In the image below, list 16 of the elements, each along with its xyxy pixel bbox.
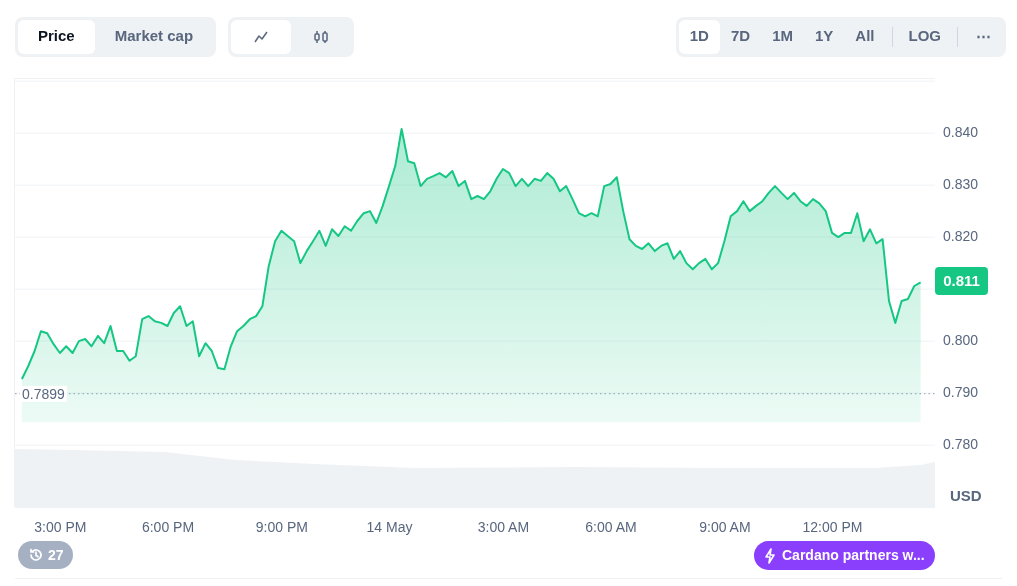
x-axis-label: 6:00 PM [141, 518, 195, 537]
x-axis-label: 9:00 AM [699, 518, 751, 537]
x-axis-label: 6:00 AM [585, 518, 637, 537]
x-axis-label: 14 May [366, 518, 413, 537]
y-axis-label: 0.780 [943, 436, 979, 453]
y-axis-label: 0.790 [943, 384, 979, 401]
y-axis-label: 0.840 [943, 124, 979, 141]
currency-label: USD [950, 485, 982, 506]
y-axis-label: 0.820 [943, 228, 979, 245]
current-price-tag: 0.811 [935, 267, 988, 296]
x-axis-label: 9:00 PM [255, 518, 308, 537]
y-axis-label: 0.800 [943, 332, 979, 349]
y-axis-label: 0.830 [943, 176, 979, 193]
x-axis-label: 3:00 AM [477, 518, 530, 537]
x-axis-label: 12:00 PM [802, 518, 863, 537]
x-axis-label: 3:00 PM [34, 518, 87, 537]
